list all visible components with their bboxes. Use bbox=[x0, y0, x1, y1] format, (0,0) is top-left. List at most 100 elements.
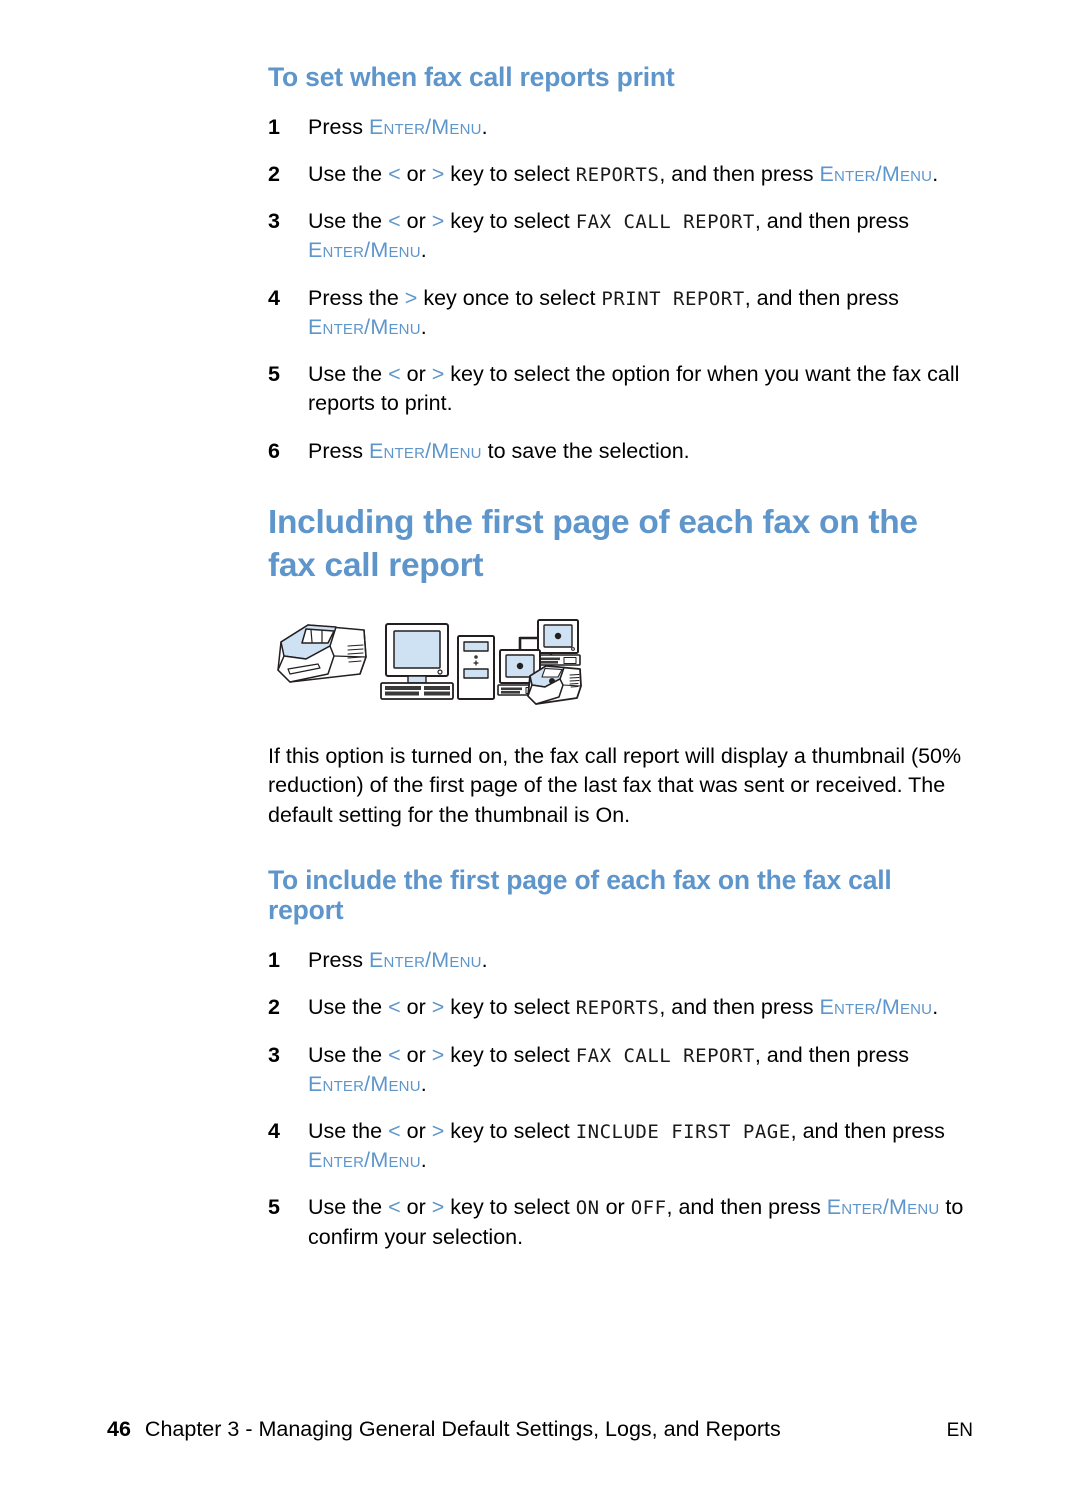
step-number: 3 bbox=[268, 209, 280, 234]
steps-list-include-first-page: 1 Press Enter/Menu. 2 Use the < or > key to… bbox=[268, 946, 974, 1252]
control-panel-display-text: REPORTS bbox=[575, 163, 660, 186]
illustration-svg bbox=[277, 618, 582, 705]
step-item: 1 Press Enter/Menu. bbox=[268, 113, 974, 142]
printer-icon bbox=[277, 623, 367, 683]
step-text-run: Press bbox=[308, 948, 369, 973]
right-arrow-key-icon: > bbox=[431, 362, 445, 387]
step-text: Use the < or > key to select the option … bbox=[308, 362, 959, 415]
step-number: 3 bbox=[268, 1042, 280, 1067]
step-number: 2 bbox=[268, 995, 280, 1020]
control-panel-display-text: ON bbox=[575, 1197, 600, 1220]
step-number: 1 bbox=[268, 948, 280, 973]
step-text-run: . bbox=[932, 161, 939, 186]
step-text-run: . bbox=[932, 995, 939, 1020]
step-text-run: Use the bbox=[308, 209, 389, 234]
step-text-run: , and then press bbox=[754, 209, 910, 234]
step-text-run: , and then press bbox=[659, 161, 820, 186]
step-text-run: Press bbox=[308, 438, 369, 463]
step-text-run: or bbox=[400, 995, 432, 1020]
control-panel-display-text: PRINT REPORT bbox=[601, 287, 745, 310]
keycap-enter-menu: Enter/Menu bbox=[368, 114, 482, 139]
control-panel-display-text: INCLUDE FIRST PAGE bbox=[575, 1120, 791, 1143]
step-text: Use the < or > key to select REPORTS, an… bbox=[308, 162, 938, 186]
keycap-enter-menu: Enter/Menu bbox=[308, 238, 421, 263]
step-text-run: , and then press bbox=[666, 1195, 827, 1220]
document-page: To set when fax call reports print 1 Pres… bbox=[0, 0, 1080, 1495]
step-item: 1 Press Enter/Menu. bbox=[268, 946, 974, 975]
step-text-run: . bbox=[420, 314, 427, 339]
right-arrow-key-icon: > bbox=[431, 161, 445, 186]
step-text-run: or bbox=[400, 161, 432, 186]
right-arrow-key-icon: > bbox=[404, 285, 418, 310]
step-text-run: or bbox=[400, 209, 432, 234]
network-printer-icon bbox=[497, 618, 582, 705]
right-arrow-key-icon: > bbox=[431, 1195, 445, 1220]
step-text-run: Use the bbox=[308, 1195, 389, 1220]
section-heading-set-when-fax-call-reports-print: To set when fax call reports print bbox=[268, 62, 675, 92]
footer-chapter-title: Chapter 3 - Managing General Default Set… bbox=[144, 1417, 781, 1441]
step-text-run: , and then press bbox=[744, 285, 899, 310]
step-number: 6 bbox=[268, 438, 280, 463]
step-text: Use the < or > key to select FAX CALL RE… bbox=[308, 209, 909, 262]
step-text-run: , and then press bbox=[790, 1118, 945, 1143]
keycap-enter-menu: Enter/Menu bbox=[368, 948, 482, 973]
keycap-enter-menu: Enter/Menu bbox=[819, 161, 933, 186]
left-arrow-key-icon: < bbox=[388, 995, 401, 1020]
footer-page-number: 46 bbox=[107, 1417, 131, 1441]
step-item: 2 Use the < or > key to select REPORTS, a… bbox=[268, 160, 974, 189]
step-text-run: , and then press bbox=[659, 995, 820, 1020]
desktop-computer-icon bbox=[380, 622, 495, 700]
step-text-run: or bbox=[400, 1195, 432, 1220]
step-text-run: key once to select bbox=[417, 285, 602, 310]
step-text-run: key to select bbox=[444, 161, 576, 186]
left-arrow-key-icon: < bbox=[388, 1195, 401, 1220]
step-number: 1 bbox=[268, 114, 280, 139]
step-number: 5 bbox=[268, 362, 280, 387]
control-panel-display-text: REPORTS bbox=[575, 997, 660, 1020]
right-arrow-key-icon: > bbox=[431, 1042, 445, 1067]
step-text-run: or bbox=[400, 1118, 432, 1143]
step-text: Use the < or > key to select INCLUDE FIR… bbox=[308, 1119, 945, 1172]
step-text: Press the > key once to select PRINT REP… bbox=[308, 286, 899, 339]
step-item: 3 Use the < or > key to select FAX CALL R… bbox=[268, 207, 974, 265]
left-arrow-key-icon: < bbox=[388, 1042, 401, 1067]
step-text: Press Enter/Menu. bbox=[308, 948, 488, 972]
step-text-run: , and then press bbox=[754, 1042, 910, 1067]
control-panel-display-text: OFF bbox=[630, 1197, 667, 1220]
step-text: Press Enter/Menu. bbox=[308, 115, 488, 139]
step-text-run: to save the selection. bbox=[481, 438, 690, 463]
keycap-enter-menu: Enter/Menu bbox=[819, 995, 933, 1020]
page-footer: 46 Chapter 3 - Managing General Default … bbox=[107, 1417, 973, 1442]
step-item: 2 Use the < or > key to select REPORTS, a… bbox=[268, 993, 974, 1022]
right-arrow-key-icon: > bbox=[431, 1118, 445, 1143]
control-panel-display-text: FAX CALL REPORT bbox=[575, 211, 755, 234]
step-item: 5 Use the < or > key to select the option… bbox=[268, 360, 974, 418]
left-arrow-key-icon: < bbox=[388, 1118, 401, 1143]
step-item: 5 Use the < or > key to select ON or OFF,… bbox=[268, 1193, 974, 1251]
step-text: Use the < or > key to select FAX CALL RE… bbox=[308, 1043, 909, 1096]
step-text-run: . bbox=[420, 1071, 427, 1096]
step-text-run: key to select bbox=[444, 1118, 576, 1143]
step-text-run: key to select bbox=[444, 209, 576, 234]
keycap-enter-menu: Enter/Menu bbox=[308, 1148, 421, 1173]
keycap-enter-menu: Enter/Menu bbox=[308, 1071, 421, 1096]
steps-list-set-when-reports-print: 1 Press Enter/Menu. 2 Use the < or > key to… bbox=[268, 113, 974, 466]
section-heading-including-first-page: Including the first page of each fax on … bbox=[268, 503, 918, 584]
body-paragraph-thumbnail-description: If this option is turned on, the fax cal… bbox=[268, 743, 962, 827]
step-text-run: Use the bbox=[308, 1042, 389, 1067]
step-text-run: or bbox=[599, 1195, 631, 1220]
keycap-enter-menu: Enter/Menu bbox=[826, 1195, 940, 1220]
step-text-run: key to select bbox=[444, 1195, 576, 1220]
step-text-run: . bbox=[420, 238, 427, 263]
step-text-run: Press bbox=[308, 114, 369, 139]
step-number: 4 bbox=[268, 1118, 280, 1143]
printer-computer-network-illustration bbox=[268, 612, 588, 712]
keycap-enter-menu: Enter/Menu bbox=[368, 438, 482, 463]
step-text-run: . bbox=[420, 1148, 427, 1173]
step-text-run: or bbox=[400, 362, 432, 387]
step-text-run: Use the bbox=[308, 1118, 389, 1143]
right-arrow-key-icon: > bbox=[431, 995, 445, 1020]
section-heading-to-include-first-page: To include the first page of each fax on… bbox=[268, 864, 892, 926]
step-item: 3 Use the < or > key to select FAX CALL R… bbox=[268, 1041, 974, 1099]
left-arrow-key-icon: < bbox=[388, 209, 401, 234]
